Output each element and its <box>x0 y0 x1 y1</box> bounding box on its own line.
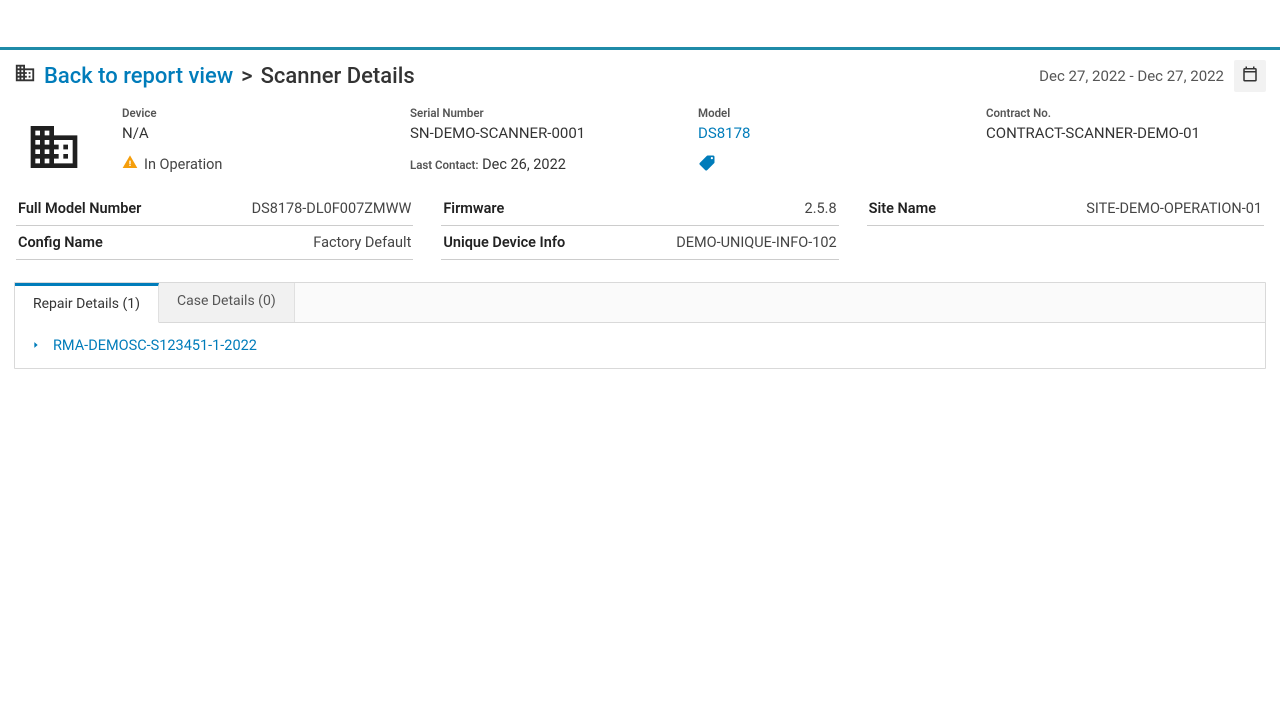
tab-case-details[interactable]: Case Details (0) <box>159 283 295 322</box>
serial-label: Serial Number <box>410 106 682 120</box>
breadcrumb: Back to report view > Scanner Details De… <box>14 60 1266 92</box>
site-name-label: Site Name <box>869 200 936 217</box>
warning-icon <box>122 154 138 174</box>
business-icon <box>14 62 36 90</box>
detail-row-firmware: Firmware 2.5.8 <box>441 192 838 226</box>
last-contact-label: Last Contact: <box>410 158 479 172</box>
rma-link[interactable]: RMA-DEMOSC-S123451-1-2022 <box>53 337 257 354</box>
device-label: Device <box>122 106 394 120</box>
details-grid: Full Model Number DS8178-DL0F007ZMWW Con… <box>14 192 1266 260</box>
contract-label: Contract No. <box>986 106 1258 120</box>
tag-icon[interactable] <box>698 154 970 176</box>
serial-value: SN-DEMO-SCANNER-0001 <box>410 124 682 142</box>
detail-row-full-model: Full Model Number DS8178-DL0F007ZMWW <box>16 192 413 226</box>
firmware-label: Firmware <box>443 200 504 217</box>
detail-row-config-name: Config Name Factory Default <box>16 226 413 260</box>
model-link[interactable]: DS8178 <box>698 124 970 142</box>
rma-row[interactable]: RMA-DEMOSC-S123451-1-2022 <box>31 337 1249 354</box>
date-range: Dec 27, 2022 - Dec 27, 2022 <box>1039 67 1224 85</box>
breadcrumb-separator: > <box>241 64 252 89</box>
tab-headers: Repair Details (1) Case Details (0) <box>15 283 1265 323</box>
top-bar <box>0 0 1280 50</box>
unique-info-label: Unique Device Info <box>443 234 565 251</box>
status-row: In Operation <box>122 154 394 174</box>
chevron-right-icon <box>31 337 41 354</box>
page-title: Scanner Details <box>261 64 415 89</box>
tab-body: RMA-DEMOSC-S123451-1-2022 <box>15 323 1265 368</box>
device-icon <box>14 106 114 182</box>
config-name-label: Config Name <box>18 234 103 251</box>
full-model-label: Full Model Number <box>18 200 141 217</box>
device-value: N/A <box>122 124 394 142</box>
full-model-value: DS8178-DL0F007ZMWW <box>252 200 412 217</box>
contract-value: CONTRACT-SCANNER-DEMO-01 <box>986 124 1258 142</box>
back-to-report-link[interactable]: Back to report view <box>44 64 233 89</box>
status-text: In Operation <box>144 156 222 173</box>
model-label: Model <box>698 106 970 120</box>
site-name-value: SITE-DEMO-OPERATION-01 <box>1086 200 1262 217</box>
summary-panel: Device N/A In Operation Serial Number SN… <box>14 106 1266 182</box>
unique-info-value: DEMO-UNIQUE-INFO-102 <box>676 234 836 251</box>
tab-repair-details[interactable]: Repair Details (1) <box>15 283 159 323</box>
config-name-value: Factory Default <box>313 234 411 251</box>
tabs-container: Repair Details (1) Case Details (0) RMA-… <box>14 282 1266 369</box>
detail-row-site-name: Site Name SITE-DEMO-OPERATION-01 <box>867 192 1264 226</box>
detail-row-unique-info: Unique Device Info DEMO-UNIQUE-INFO-102 <box>441 226 838 260</box>
calendar-button[interactable] <box>1234 60 1266 92</box>
last-contact-value: Dec 26, 2022 <box>482 156 566 173</box>
calendar-icon <box>1241 65 1259 87</box>
firmware-value: 2.5.8 <box>805 200 837 217</box>
